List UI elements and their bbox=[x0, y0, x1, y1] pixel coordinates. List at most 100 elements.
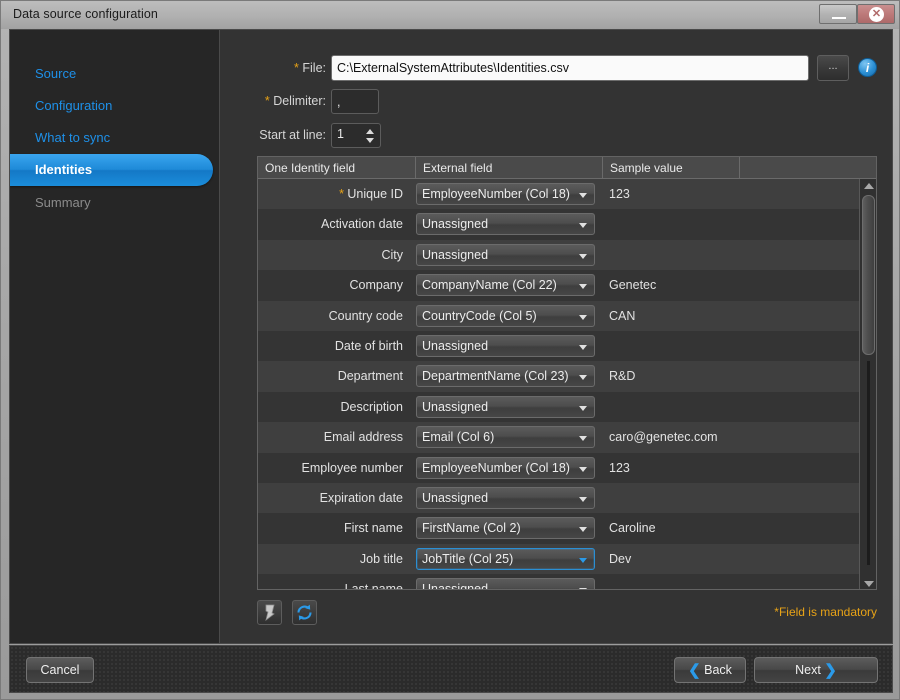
table-row: * Unique IDEmployeeNumber (Col 18)123 bbox=[258, 179, 861, 209]
table-row: Activation date Unassigned bbox=[258, 209, 861, 239]
external-field-value: Unassigned bbox=[422, 336, 574, 356]
external-field-dropdown[interactable]: EmployeeNumber (Col 18) bbox=[416, 457, 595, 479]
external-field-value: Unassigned bbox=[422, 397, 574, 417]
chevron-down-icon bbox=[579, 558, 587, 563]
delimiter-input[interactable] bbox=[331, 89, 379, 114]
sample-value bbox=[603, 483, 853, 513]
sidebar-item-what-to-sync[interactable]: What to sync bbox=[10, 122, 220, 154]
external-field-dropdown[interactable]: Unassigned bbox=[416, 335, 595, 357]
close-button[interactable]: ✕ bbox=[857, 4, 895, 24]
scrollbar-track[interactable] bbox=[867, 361, 870, 565]
sample-value: R&D bbox=[603, 361, 853, 391]
browse-button[interactable]: ... bbox=[817, 55, 849, 81]
chevron-right-icon: ❯ bbox=[824, 662, 837, 679]
minimize-button[interactable] bbox=[819, 4, 857, 24]
file-label-text: File: bbox=[302, 61, 326, 75]
identity-field-label: Activation date bbox=[258, 209, 410, 239]
external-field-value: DepartmentName (Col 23) bbox=[422, 366, 574, 386]
chevron-down-icon bbox=[579, 284, 587, 289]
sample-value bbox=[603, 240, 853, 270]
external-field-value: CompanyName (Col 22) bbox=[422, 275, 574, 295]
external-field-dropdown[interactable]: Unassigned bbox=[416, 396, 595, 418]
external-field-dropdown[interactable]: Unassigned bbox=[416, 244, 595, 266]
sample-value bbox=[603, 392, 853, 422]
sample-value: caro@genetec.com bbox=[603, 422, 853, 452]
refresh-icon bbox=[293, 601, 316, 624]
chevron-down-icon bbox=[579, 467, 587, 472]
window-title: Data source configuration bbox=[13, 7, 158, 21]
table-vertical-scrollbar[interactable] bbox=[859, 179, 876, 590]
identity-field-label: Expiration date bbox=[258, 483, 410, 513]
close-icon: ✕ bbox=[869, 7, 884, 22]
external-field-dropdown[interactable]: JobTitle (Col 25) bbox=[416, 548, 595, 570]
chevron-down-icon bbox=[579, 588, 587, 590]
file-path-input[interactable] bbox=[331, 55, 809, 81]
info-icon[interactable]: i bbox=[858, 58, 877, 77]
start-line-label-text: Start at line: bbox=[259, 128, 326, 142]
sample-value bbox=[603, 209, 853, 239]
start-line-label: Start at line: bbox=[231, 128, 326, 142]
external-field-dropdown[interactable]: EmployeeNumber (Col 18) bbox=[416, 183, 595, 205]
scroll-up-icon[interactable] bbox=[864, 183, 874, 189]
refresh-button[interactable] bbox=[292, 600, 317, 625]
mandatory-note: *Field is mandatory bbox=[611, 605, 877, 619]
table-row: Last name Unassigned bbox=[258, 574, 861, 590]
column-header-external-field[interactable]: External field bbox=[416, 157, 603, 179]
external-field-value: EmployeeNumber (Col 18) bbox=[422, 458, 574, 478]
start-line-stepper[interactable]: 1 bbox=[331, 123, 381, 148]
browse-label: ... bbox=[828, 60, 837, 72]
identity-field-label: Job title bbox=[258, 544, 410, 574]
back-label: Back bbox=[704, 663, 732, 677]
external-field-dropdown[interactable]: Email (Col 6) bbox=[416, 426, 595, 448]
table-body: * Unique IDEmployeeNumber (Col 18)123Act… bbox=[258, 179, 861, 590]
sidebar-item-label: What to sync bbox=[35, 130, 110, 145]
external-field-dropdown[interactable]: CountryCode (Col 5) bbox=[416, 305, 595, 327]
main-panel: * File: ... i * Delimiter: Start at line… bbox=[221, 30, 893, 643]
eraser-icon bbox=[258, 601, 281, 624]
external-field-dropdown[interactable]: Unassigned bbox=[416, 578, 595, 590]
next-button[interactable]: Next ❯ bbox=[754, 657, 878, 683]
scrollbar-thumb[interactable] bbox=[862, 195, 875, 355]
identity-field-label: Company bbox=[258, 270, 410, 300]
delimiter-label: * Delimiter: bbox=[241, 94, 326, 108]
scroll-down-icon[interactable] bbox=[864, 581, 874, 587]
external-field-dropdown[interactable]: CompanyName (Col 22) bbox=[416, 274, 595, 296]
chevron-down-icon bbox=[579, 406, 587, 411]
sidebar-item-identities[interactable]: Identities bbox=[10, 154, 213, 186]
title-bar: Data source configuration ✕ bbox=[1, 1, 900, 29]
external-field-value: EmployeeNumber (Col 18) bbox=[422, 184, 574, 204]
stepper-down-icon[interactable] bbox=[366, 138, 374, 143]
sidebar-item-label: Summary bbox=[35, 195, 91, 210]
column-header-extra[interactable] bbox=[740, 157, 861, 179]
sample-value: Dev bbox=[603, 544, 853, 574]
table-row: DepartmentDepartmentName (Col 23)R&D bbox=[258, 361, 861, 391]
external-field-value: CountryCode (Col 5) bbox=[422, 306, 574, 326]
sidebar-item-summary: Summary bbox=[10, 187, 220, 219]
clear-mappings-button[interactable] bbox=[257, 600, 282, 625]
external-field-dropdown[interactable]: Unassigned bbox=[416, 213, 595, 235]
table-row: First nameFirstName (Col 2)Caroline bbox=[258, 513, 861, 543]
column-header-sample-value[interactable]: Sample value bbox=[603, 157, 740, 179]
sidebar-item-label: Configuration bbox=[35, 98, 112, 113]
start-line-value: 1 bbox=[337, 127, 344, 141]
external-field-dropdown[interactable]: FirstName (Col 2) bbox=[416, 517, 595, 539]
stepper-up-icon[interactable] bbox=[366, 129, 374, 134]
sidebar-item-label: Source bbox=[35, 66, 76, 81]
sample-value bbox=[603, 331, 853, 361]
external-field-dropdown[interactable]: DepartmentName (Col 23) bbox=[416, 365, 595, 387]
sample-value: 123 bbox=[603, 179, 853, 209]
external-field-value: Unassigned bbox=[422, 579, 574, 590]
sidebar-item-configuration[interactable]: Configuration bbox=[10, 90, 220, 122]
sidebar-item-source[interactable]: Source bbox=[10, 58, 220, 90]
table-row: Date of birthUnassigned bbox=[258, 331, 861, 361]
info-glyph: i bbox=[866, 61, 869, 75]
sample-value bbox=[603, 574, 853, 590]
table-header-row: One Identity field External field Sample… bbox=[258, 157, 877, 179]
chevron-left-icon: ❮ bbox=[688, 662, 701, 679]
identity-field-label: Country code bbox=[258, 301, 410, 331]
column-header-identity-field[interactable]: One Identity field bbox=[258, 157, 416, 179]
cancel-button[interactable]: Cancel bbox=[26, 657, 94, 683]
external-field-dropdown[interactable]: Unassigned bbox=[416, 487, 595, 509]
back-button[interactable]: ❮ Back bbox=[674, 657, 746, 683]
identity-field-label: Last name bbox=[258, 574, 410, 590]
